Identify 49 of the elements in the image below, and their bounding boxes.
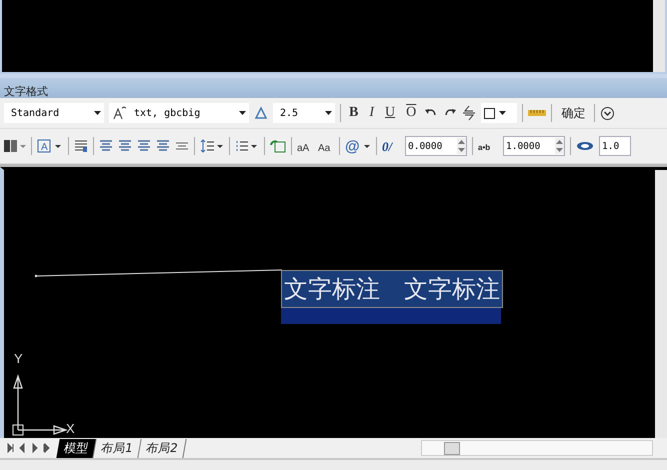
color-swatch-icon bbox=[484, 108, 496, 118]
text-annotation[interactable]: 文字标注 文字标注 bbox=[281, 270, 503, 308]
style-dropdown[interactable]: Standard bbox=[4, 103, 104, 123]
axis-label: X bbox=[66, 421, 75, 436]
toolbar-title: 文字格式 bbox=[4, 86, 48, 98]
format-button[interactable]: O bbox=[403, 105, 420, 121]
ok-button[interactable]: 确定 bbox=[557, 104, 590, 122]
font-icon bbox=[112, 106, 126, 120]
format-button[interactable]: I bbox=[366, 105, 378, 121]
align-icon[interactable] bbox=[99, 140, 113, 152]
paragraph-icon[interactable] bbox=[74, 139, 88, 153]
columns-icon[interactable] bbox=[4, 139, 26, 153]
tracking-icon: a•b bbox=[478, 141, 498, 151]
oblique-angle-field[interactable]: 0.0000 bbox=[405, 136, 467, 156]
axis-label: Y bbox=[14, 351, 24, 366]
tracking-field[interactable]: 1.0000 bbox=[503, 136, 565, 156]
format-button[interactable]: B bbox=[346, 105, 362, 121]
options-icon[interactable] bbox=[600, 106, 616, 120]
layout-tab[interactable]: 布局2 bbox=[138, 438, 186, 458]
caret-icon bbox=[499, 111, 506, 115]
lowercase-icon[interactable]: Aa bbox=[318, 140, 334, 152]
caret-icon bbox=[325, 111, 332, 115]
text-height-dropdown[interactable]: 2.5 bbox=[273, 103, 335, 123]
caret-icon bbox=[239, 111, 246, 115]
oblique-icon: 0/ bbox=[382, 139, 400, 153]
align-icon[interactable] bbox=[137, 140, 151, 152]
font-dropdown[interactable]: txt, gbcbig bbox=[109, 103, 249, 123]
ruler-icon[interactable] bbox=[528, 109, 546, 117]
insert-field-icon[interactable] bbox=[270, 139, 286, 153]
align-icon[interactable] bbox=[156, 140, 170, 152]
spinner-arrows-icon[interactable] bbox=[457, 138, 466, 154]
uppercase-icon[interactable]: aA bbox=[297, 140, 313, 152]
width-factor-field[interactable]: 1.0 bbox=[599, 136, 631, 156]
line-spacing-icon[interactable] bbox=[200, 139, 224, 153]
layout-tab[interactable]: 布局1 bbox=[93, 438, 142, 458]
horizontal-scrollbar[interactable] bbox=[421, 440, 653, 456]
color-dropdown[interactable] bbox=[481, 103, 518, 123]
caret-icon bbox=[94, 111, 101, 115]
spinner-arrows-icon[interactable] bbox=[555, 138, 564, 154]
layout-tab[interactable]: 模型 bbox=[56, 438, 97, 458]
distribute-icon[interactable] bbox=[175, 140, 189, 152]
format-button[interactable]: U bbox=[382, 105, 398, 121]
numbering-icon[interactable] bbox=[235, 139, 259, 153]
scrollbar[interactable] bbox=[653, 0, 665, 72]
stack-icon[interactable] bbox=[462, 105, 476, 121]
width-factor-icon bbox=[576, 141, 594, 151]
scrollbar[interactable] bbox=[655, 170, 667, 438]
text-height-icon bbox=[254, 106, 268, 120]
align-icon[interactable] bbox=[118, 140, 132, 152]
